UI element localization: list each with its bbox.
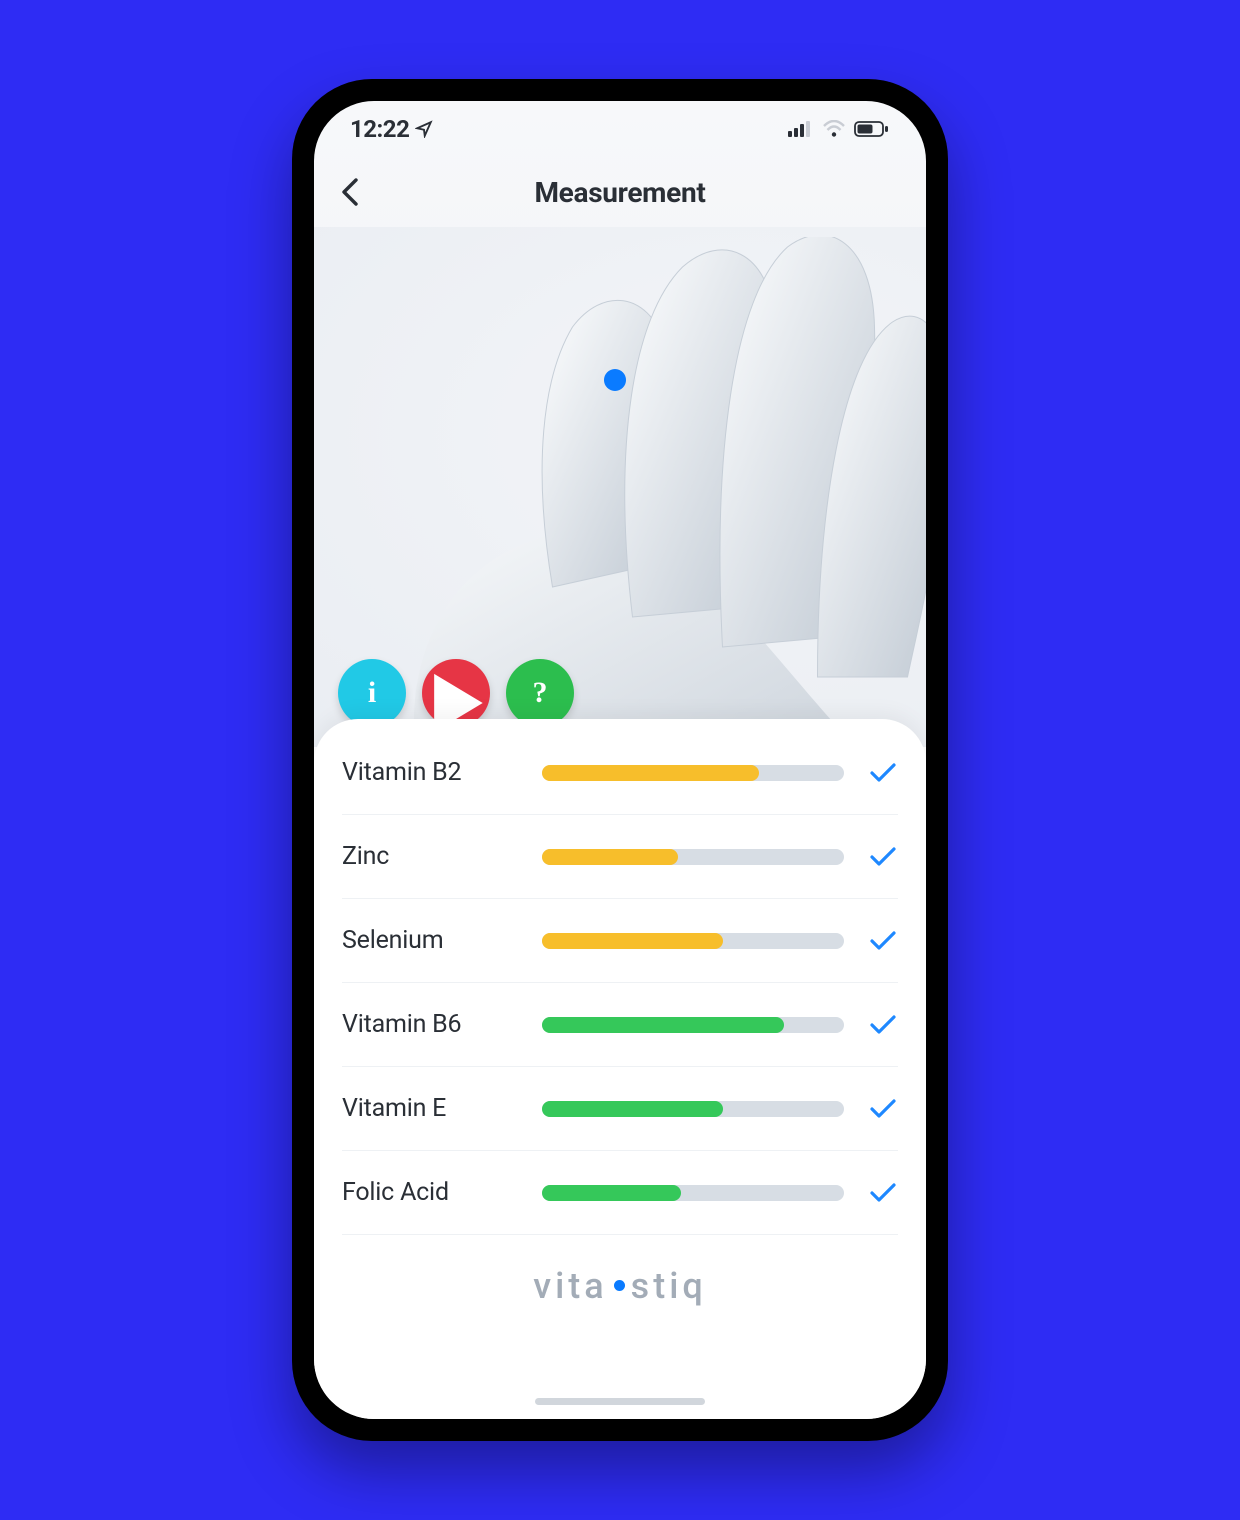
- battery-icon: [854, 120, 890, 138]
- check-icon: [868, 1010, 898, 1040]
- check-icon: [868, 1178, 898, 1208]
- measurement-bar-fill: [542, 1101, 723, 1117]
- measurement-bar-fill: [542, 933, 723, 949]
- measurement-label: Selenium: [342, 926, 532, 955]
- measurement-bar-fill: [542, 1017, 784, 1033]
- measurement-row[interactable]: Vitamin B2: [342, 731, 898, 815]
- check-icon: [868, 926, 898, 956]
- measurement-label: Vitamin B2: [342, 758, 532, 787]
- status-indicators: [788, 120, 890, 138]
- results-panel: Vitamin B2 Zinc Selenium Vitamin B6: [314, 719, 926, 1419]
- measurement-row[interactable]: Folic Acid: [342, 1151, 898, 1235]
- measurement-bar: [542, 933, 844, 949]
- status-time: 12:22: [350, 115, 433, 143]
- status-time-text: 12:22: [350, 115, 409, 143]
- measurement-row[interactable]: Selenium: [342, 899, 898, 983]
- measurement-bar: [542, 1101, 844, 1117]
- brand-logo: vita stiq: [342, 1265, 898, 1307]
- measurement-label: Vitamin E: [342, 1094, 532, 1123]
- cellular-icon: [788, 121, 814, 137]
- phone-frame: 12:22: [292, 79, 948, 1441]
- measurement-row[interactable]: Vitamin E: [342, 1067, 898, 1151]
- measurement-label: Zinc: [342, 842, 532, 871]
- measurement-row[interactable]: Vitamin B6: [342, 983, 898, 1067]
- measurement-bar: [542, 1017, 844, 1033]
- hand-illustration: i ?: [314, 227, 926, 747]
- measurement-bar-fill: [542, 849, 678, 865]
- measurement-bar-fill: [542, 1185, 681, 1201]
- brand-dot-icon: [614, 1280, 625, 1291]
- brand-right: stiq: [631, 1265, 707, 1307]
- measurement-bar: [542, 849, 844, 865]
- check-icon: [868, 1094, 898, 1124]
- wifi-icon: [822, 120, 846, 138]
- measurement-point: [604, 369, 626, 391]
- measurement-bar: [542, 765, 844, 781]
- navbar: Measurement: [314, 157, 926, 227]
- measurement-label: Folic Acid: [342, 1178, 532, 1207]
- back-button[interactable]: [330, 172, 370, 212]
- play-button[interactable]: [422, 659, 490, 727]
- location-icon: [415, 120, 433, 138]
- measurement-bar-fill: [542, 765, 759, 781]
- brand-left: vita: [533, 1265, 607, 1307]
- phone-screen: 12:22: [314, 101, 926, 1419]
- chevron-left-icon: [341, 178, 359, 206]
- ios-status-bar: 12:22: [314, 101, 926, 157]
- action-row: i ?: [338, 659, 574, 727]
- home-indicator[interactable]: [535, 1398, 705, 1405]
- check-icon: [868, 842, 898, 872]
- page-title: Measurement: [390, 176, 850, 209]
- check-icon: [868, 758, 898, 788]
- measurement-label: Vitamin B6: [342, 1010, 532, 1039]
- measurement-row[interactable]: Zinc: [342, 815, 898, 899]
- measurement-bar: [542, 1185, 844, 1201]
